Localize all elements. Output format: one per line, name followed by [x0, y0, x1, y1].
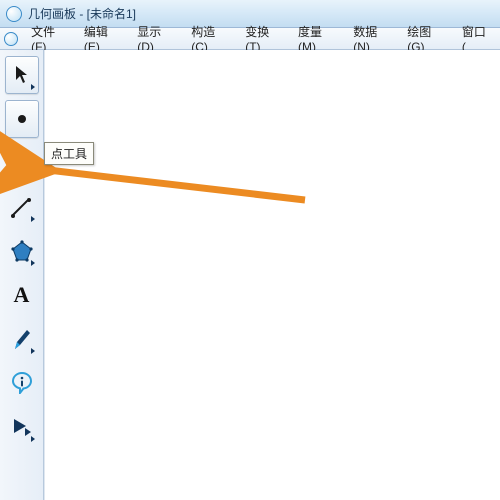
information-icon	[11, 372, 33, 394]
tool-custom[interactable]	[5, 408, 39, 446]
point-icon	[18, 115, 26, 123]
marker-pen-icon	[11, 327, 33, 351]
tool-polygon[interactable]	[5, 232, 39, 270]
submenu-indicator-icon	[31, 260, 35, 266]
app-icon	[6, 6, 22, 22]
tool-compass[interactable]: +	[5, 144, 39, 182]
tool-point[interactable]	[5, 100, 39, 138]
doc-icon	[4, 32, 17, 46]
custom-tool-icon	[12, 417, 32, 437]
tool-palette: + A	[0, 50, 44, 500]
submenu-indicator-icon	[31, 84, 35, 90]
tool-line[interactable]	[5, 188, 39, 226]
tooltip-point-tool: 点工具	[44, 142, 94, 165]
submenu-indicator-icon	[31, 216, 35, 222]
tool-text[interactable]: A	[5, 276, 39, 314]
menu-bar: 文件(F) 编辑(E) 显示(D) 构造(C) 变换(T) 度量(M) 数据(N…	[0, 28, 500, 50]
tool-marker[interactable]	[5, 320, 39, 358]
tool-select[interactable]	[5, 56, 39, 94]
window-title: 几何画板 - [未命名1]	[28, 5, 136, 22]
submenu-indicator-icon	[31, 436, 35, 442]
submenu-indicator-icon	[31, 348, 35, 354]
arrow-cursor-icon	[13, 64, 31, 86]
polygon-icon	[11, 240, 33, 262]
text-icon: A	[14, 282, 30, 308]
drawing-canvas[interactable]	[44, 50, 500, 500]
tool-info[interactable]	[5, 364, 39, 402]
compass-circle-icon: +	[11, 152, 33, 174]
